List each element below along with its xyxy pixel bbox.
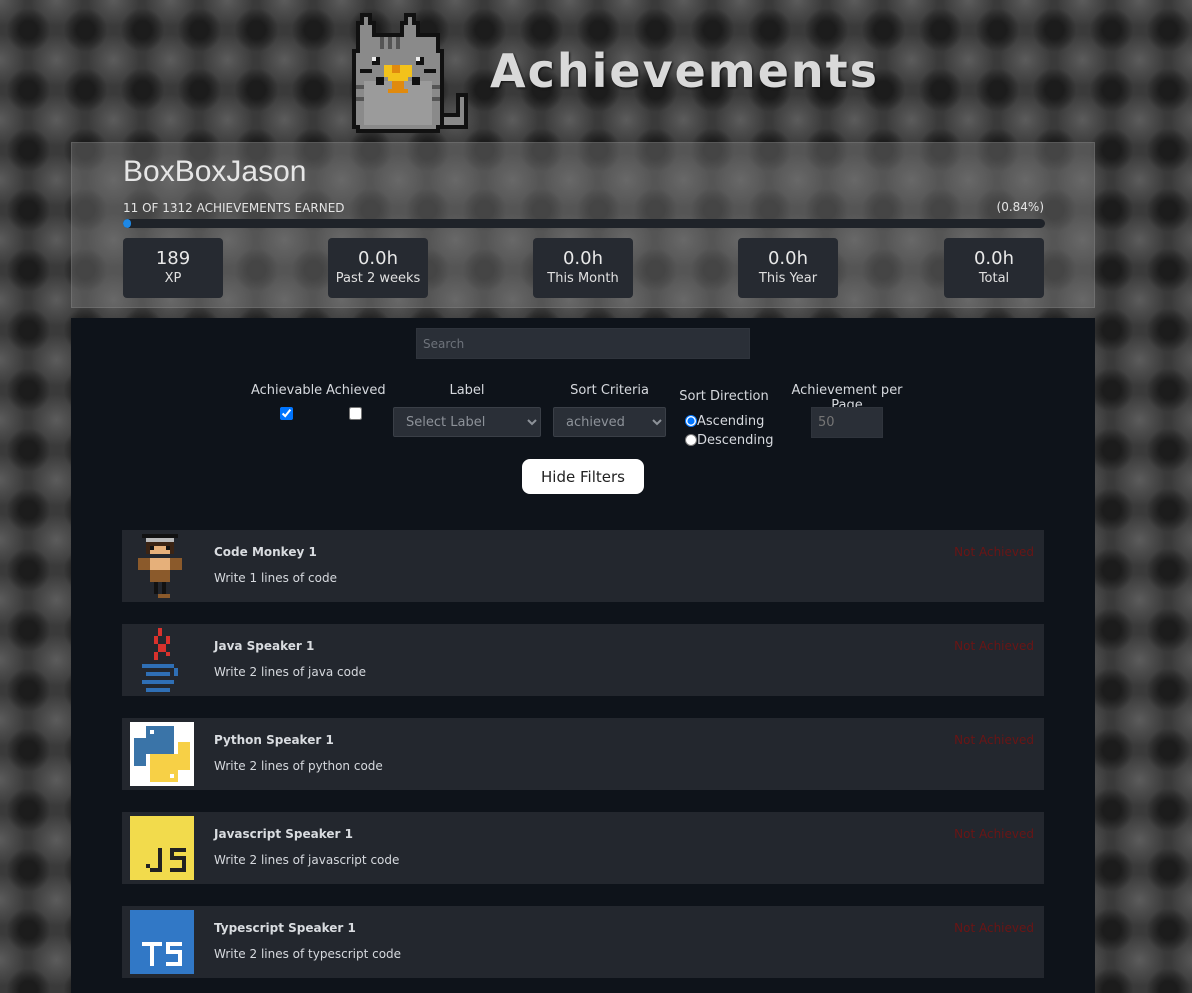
stat-label: This Year [758,271,818,286]
achievement-name: Java Speaker 1 [214,639,315,653]
stat-label: Past 2 weeks [335,271,421,286]
achievement-item: Code Monkey 1 Write 1 lines of code Not … [122,530,1044,602]
achievement-status: Not Achieved [954,827,1034,841]
achievement-item: Javascript Speaker 1 Write 2 lines of ja… [122,812,1044,884]
achievement-name: Javascript Speaker 1 [214,827,353,841]
typescript-icon [130,910,194,974]
achievements-earned-text: 11 OF 1312 ACHIEVEMENTS EARNED [123,201,345,215]
ascending-label[interactable]: Ascending [697,414,764,429]
username: BoxBoxJason [123,155,307,188]
achievement-status: Not Achieved [954,545,1034,559]
achievement-description: Write 2 lines of java code [214,665,366,679]
java-icon [142,628,178,692]
stat-this-month: 0.0h This Month [533,238,633,298]
achievement-status: Not Achieved [954,639,1034,653]
achievements-progress-fill [123,219,131,228]
javascript-icon [130,816,194,880]
achievement-item: Typescript Speaker 1 Write 2 lines of ty… [122,906,1044,978]
achievement-status: Not Achieved [954,733,1034,747]
stat-total: 0.0h Total [944,238,1044,298]
achievement-status: Not Achieved [954,921,1034,935]
stat-label: This Month [547,271,619,286]
python-icon [130,722,194,786]
stat-value: 189 [155,248,191,269]
stat-this-year: 0.0h This Year [738,238,838,298]
achievement-description: Write 2 lines of javascript code [214,853,400,867]
pixel-cat-with-trophy-icon [352,13,468,133]
achievements-percent: (0.84%) [996,200,1044,214]
filter-label-label: Label [449,383,485,398]
achievement-description: Write 2 lines of typescript code [214,947,402,961]
monkey-icon [138,534,182,598]
stat-value: 0.0h [357,248,399,269]
descending-label[interactable]: Descending [697,433,774,448]
achievement-name: Typescript Speaker 1 [214,921,356,935]
stat-value: 0.0h [562,248,604,269]
stat-value: 0.0h [973,248,1015,269]
achievement-description: Write 2 lines of python code [214,759,383,773]
label-select[interactable]: Select Label [393,407,541,437]
per-page-input[interactable] [811,407,883,438]
filter-achievable-label: Achievable [251,383,323,398]
filter-sort-direction-label: Sort Direction [679,389,769,404]
hide-filters-button[interactable]: Hide Filters [522,459,644,494]
stat-xp: 189 XP [123,238,223,298]
stat-past-2-weeks: 0.0h Past 2 weeks [328,238,428,298]
stat-value: 0.0h [767,248,809,269]
achievement-item: Python Speaker 1 Write 2 lines of python… [122,718,1044,790]
search-input[interactable] [416,328,750,359]
achievement-description: Write 1 lines of code [214,571,337,585]
achieved-checkbox[interactable] [349,407,362,420]
ascending-radio[interactable] [685,415,697,427]
achievement-name: Code Monkey 1 [214,545,317,559]
filter-sort-criteria-label: Sort Criteria [570,383,649,398]
descending-radio[interactable] [685,434,697,446]
profile-card: BoxBoxJason 11 OF 1312 ACHIEVEMENTS EARN… [71,142,1095,308]
stat-label: XP [164,271,182,286]
achievements-progress-bar [123,219,1045,228]
achievements-panel: Achievable Achieved Label Sort Criteria … [71,318,1095,993]
page-title: Achievements [490,44,880,98]
achievable-checkbox[interactable] [280,407,293,420]
filter-achieved-label: Achieved [326,383,386,398]
stat-label: Total [978,271,1010,286]
achievement-item: Java Speaker 1 Write 2 lines of java cod… [122,624,1044,696]
page-header: Achievements [0,0,1192,142]
achievement-name: Python Speaker 1 [214,733,334,747]
sort-criteria-select[interactable]: achieved [553,407,666,437]
